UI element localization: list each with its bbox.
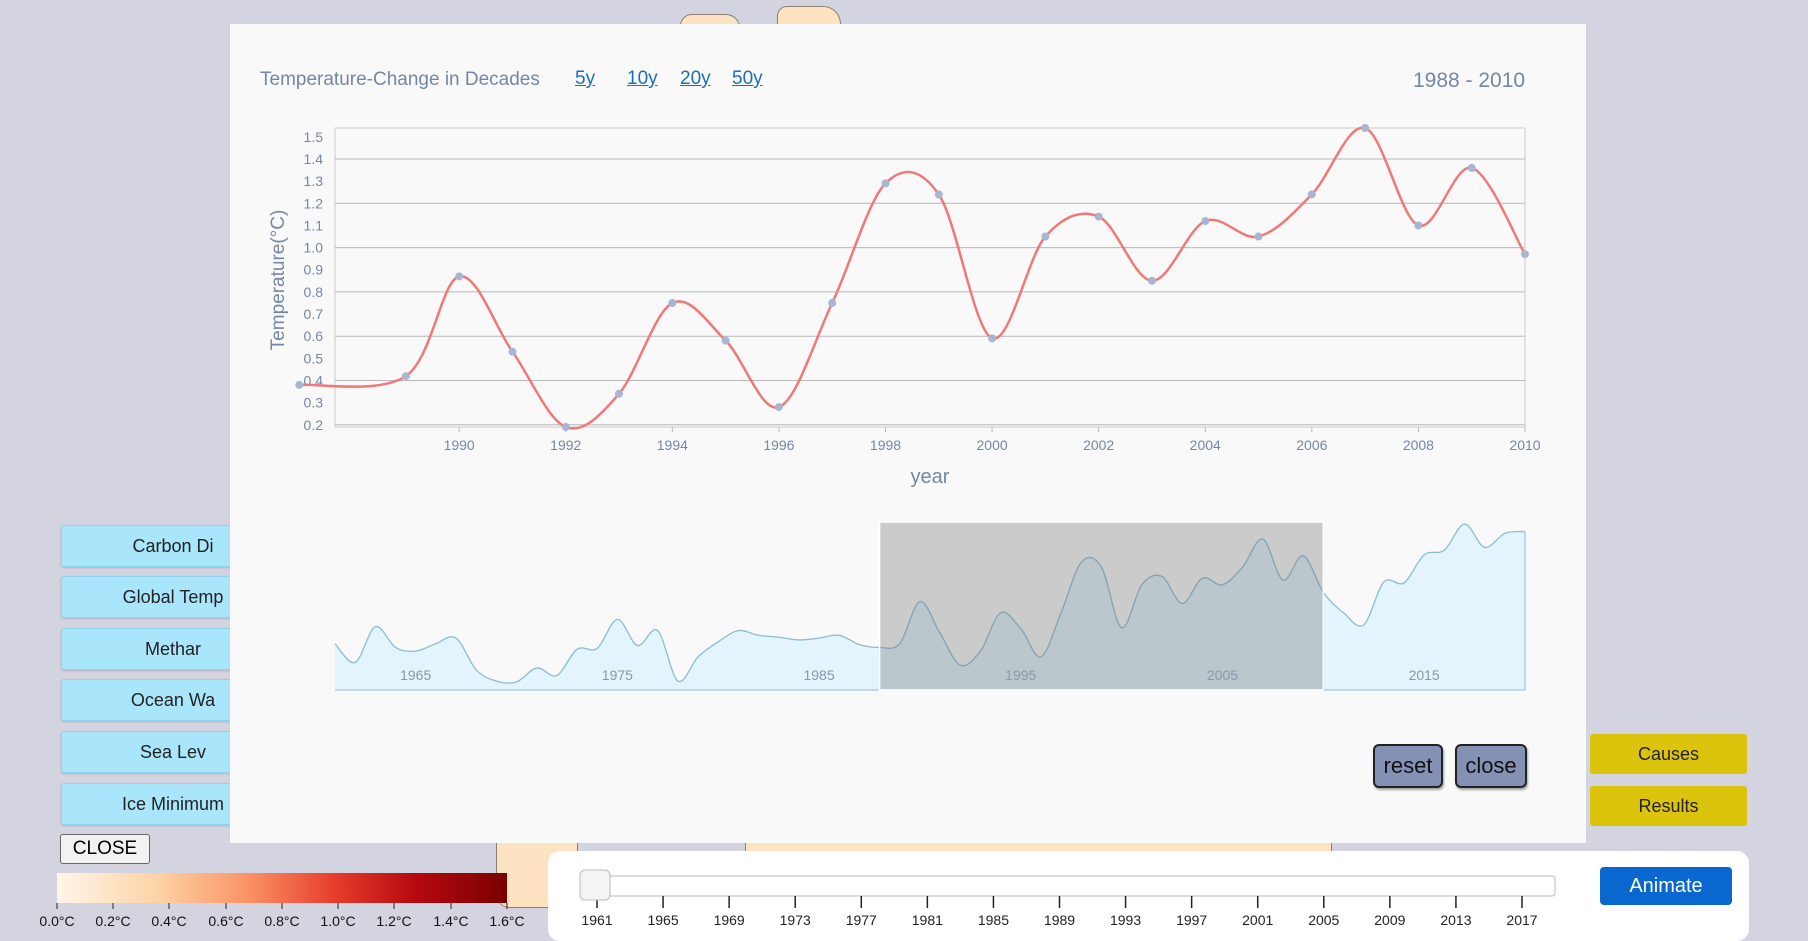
- legend-label: 1.6°C: [489, 913, 525, 929]
- reset-button[interactable]: reset: [1373, 744, 1443, 788]
- range-link-10y[interactable]: 10y: [627, 68, 658, 90]
- legend-label: 0.2°C: [95, 913, 131, 929]
- legend-label: 1.2°C: [376, 913, 412, 929]
- legend-label: 0.4°C: [151, 913, 187, 929]
- range-link-20y[interactable]: 20y: [680, 68, 711, 90]
- legend-label: 0.0°C: [39, 913, 75, 929]
- chart-modal: [230, 24, 1586, 843]
- range-link-5y[interactable]: 5y: [575, 68, 595, 90]
- legend-label: 1.4°C: [433, 913, 469, 929]
- color-legend-bar: [57, 873, 507, 903]
- animate-button[interactable]: Animate: [1600, 867, 1732, 905]
- sidebar-close-button[interactable]: CLOSE: [60, 834, 150, 864]
- modal-title: Temperature-Change in Decades: [260, 69, 540, 90]
- results-button[interactable]: Results: [1590, 786, 1747, 826]
- timeline-panel: [548, 851, 1749, 941]
- modal-close-button[interactable]: close: [1455, 744, 1527, 788]
- selected-year-range: 1988 - 2010: [1413, 69, 1526, 92]
- legend-label: 0.8°C: [264, 913, 300, 929]
- legend-label: 0.6°C: [208, 913, 244, 929]
- causes-button[interactable]: Causes: [1590, 734, 1747, 774]
- legend-label: 1.0°C: [320, 913, 356, 929]
- range-link-50y[interactable]: 50y: [732, 68, 763, 90]
